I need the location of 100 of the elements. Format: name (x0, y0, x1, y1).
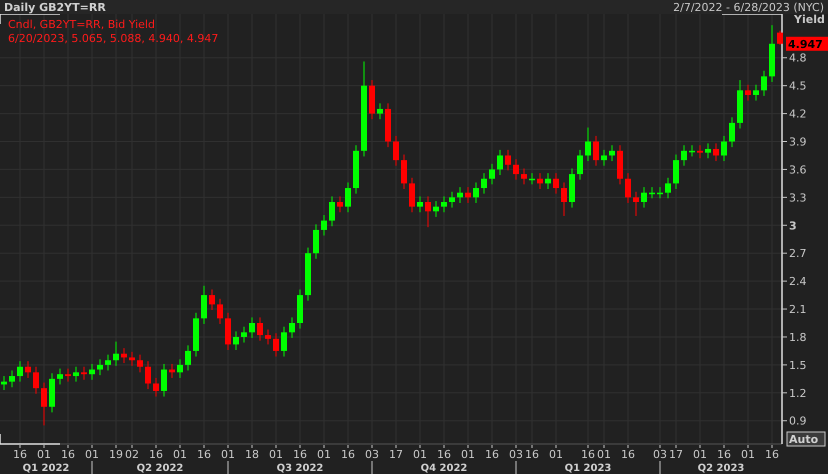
candlestick (177, 359, 183, 378)
price-tag: 4.947 (786, 36, 828, 51)
axis-label: 01 (461, 448, 475, 461)
candlestick (385, 103, 391, 148)
candlestick (473, 182, 479, 203)
candlestick (393, 136, 399, 166)
candlestick (105, 354, 111, 370)
candlestick (257, 317, 263, 341)
candlestick (585, 128, 591, 162)
candlestick (305, 248, 311, 301)
candlestick (665, 178, 671, 198)
axis-label: 3.6 (789, 163, 806, 176)
candlestick (521, 168, 527, 184)
candlestick (217, 298, 223, 324)
axis-label: 01 (85, 448, 99, 461)
candlestick (505, 150, 511, 170)
candlestick (17, 361, 23, 382)
candlestick (193, 312, 199, 356)
candlestick (377, 103, 383, 120)
axis-label: 16 (197, 448, 211, 461)
candlestick (649, 187, 655, 198)
candlestick (537, 173, 543, 189)
axis-label: 02 (125, 448, 139, 461)
candlestick (417, 196, 423, 212)
candlestick (457, 187, 463, 203)
candlestick (705, 143, 711, 158)
candlestick (497, 150, 503, 176)
candlestick (337, 196, 343, 212)
candlestick (513, 159, 519, 180)
axis-label: 19 (109, 448, 123, 461)
axis-label: 16 (437, 448, 451, 461)
candlestick (369, 80, 375, 120)
axis-label: 4.2 (789, 108, 806, 121)
candlestick (601, 150, 607, 166)
candlestick (329, 196, 335, 226)
candlestick (425, 196, 431, 228)
candlestick (297, 290, 303, 329)
candlestick (721, 136, 727, 162)
candlestick (281, 326, 287, 356)
candlestick (465, 187, 471, 203)
axis-title: Yield (794, 14, 825, 26)
candlestick (689, 145, 695, 156)
candlestick (441, 196, 447, 212)
candlestick (33, 366, 39, 394)
axis-label: 16 (525, 448, 539, 461)
legend-text: Cndl, GB2YT=RR, Bid Yield (8, 18, 156, 31)
candlestick (449, 192, 455, 208)
axis-label: 17 (669, 448, 683, 461)
candlestick (593, 136, 599, 166)
axis-label: 3.9 (789, 136, 806, 148)
axis-label: 18 (245, 448, 259, 461)
axis-label: 2.4 (789, 275, 806, 288)
candlestick (713, 143, 719, 162)
quarter-label: Q1 2023 (564, 463, 612, 474)
candlestick (225, 312, 231, 350)
date-range: 2/7/2022 - 6/28/2023 (NYC) (673, 0, 824, 14)
candlestick (313, 224, 319, 259)
axis-label: 1.2 (789, 386, 806, 400)
candlestick (73, 366, 79, 382)
candlestick (737, 80, 743, 128)
axis-label: 01 (597, 448, 611, 461)
axis-label: 2.7 (789, 247, 806, 260)
candlestick (89, 364, 95, 380)
quarter-label: Q4 2022 (420, 463, 468, 474)
axis-label: 16 (485, 448, 499, 461)
candlestick (673, 154, 679, 189)
candlestick (153, 378, 159, 397)
candlestick (145, 361, 151, 390)
candlestick (249, 317, 255, 338)
candlestick (121, 348, 127, 364)
axis-label: 4.5 (789, 80, 806, 93)
candlestick (161, 364, 167, 397)
candlestick (769, 25, 775, 82)
candlestick (1, 376, 7, 390)
axis-label: 3 (789, 219, 797, 232)
candlestick (9, 370, 15, 388)
candlestick (657, 187, 663, 198)
candlestick (697, 145, 703, 158)
axis-label: 01 (693, 448, 707, 461)
candlestick (609, 145, 615, 162)
candlestick (345, 182, 351, 212)
axis-label: 03 (365, 448, 379, 461)
axis-label: 01 (37, 448, 51, 461)
candlestick (561, 182, 567, 216)
candlestick (65, 368, 71, 382)
candlestick (129, 352, 135, 366)
candlestick (41, 382, 47, 426)
candlestick (273, 333, 279, 356)
axis-label: 17 (389, 448, 403, 461)
candlestick (25, 361, 31, 378)
auto-button[interactable]: Auto (786, 432, 826, 446)
candlestick (265, 330, 271, 344)
candlestick (577, 150, 583, 180)
candlestick (529, 173, 535, 184)
candlestick (745, 84, 751, 101)
candlestick (617, 145, 623, 184)
chart-title: Daily GB2YT=RR (4, 0, 106, 14)
candlestick (289, 317, 295, 338)
candlestick (49, 373, 55, 412)
axis-label: 16 (13, 448, 27, 461)
